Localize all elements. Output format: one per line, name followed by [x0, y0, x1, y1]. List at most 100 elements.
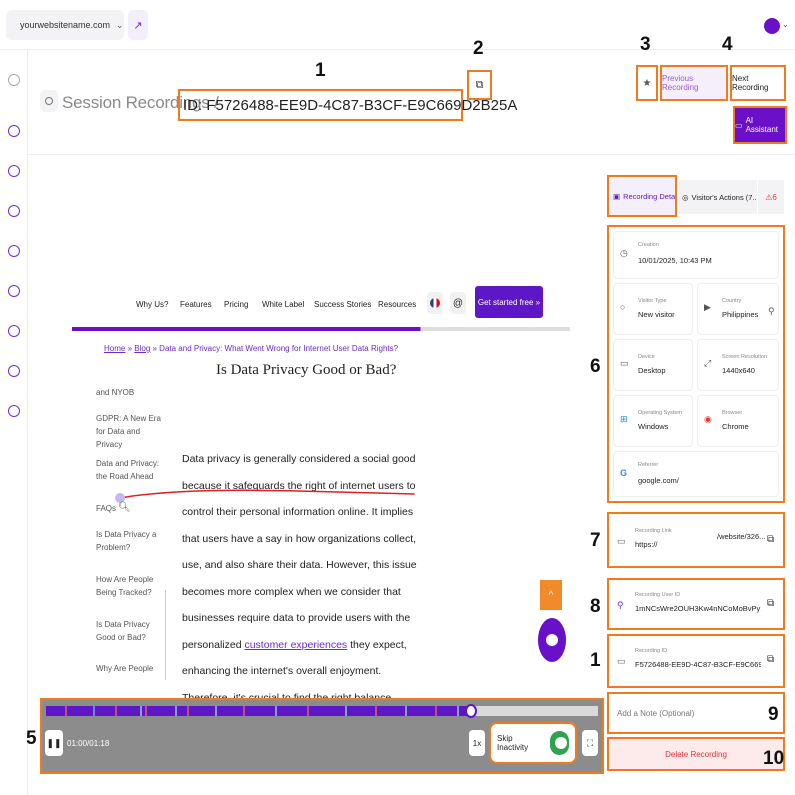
external-link-icon: ↗: [133, 19, 143, 32]
timeline-playhead[interactable]: [465, 704, 478, 718]
previous-recording-button[interactable]: Previous Recording: [660, 65, 728, 101]
toc-item: How Are People Being Tracked?: [96, 575, 154, 597]
playback-speed-button[interactable]: 1x: [469, 730, 485, 756]
note-input[interactable]: Add a Note (Optional): [607, 692, 785, 734]
toc-item: Is Data Privacy Good or Bad?: [96, 620, 150, 642]
recording-link-box: ▭ Recording Link https:// /website/326..…: [607, 512, 785, 568]
user-avatar[interactable]: ⌄: [762, 10, 789, 38]
customer-experiences-link: customer experiences: [244, 638, 348, 651]
get-started-button: Get started free »: [475, 286, 543, 318]
screen-resolution-card: ⤢ Screen Resolution 1440x640: [697, 339, 779, 391]
toc-item: Is Data Privacy a Problem?: [96, 530, 157, 552]
shield-icon[interactable]: [8, 325, 20, 337]
annotation-number-1: 1: [315, 60, 326, 81]
toc-item: Why Are People: [96, 664, 154, 673]
fingerprint-icon: ◎: [682, 192, 689, 202]
resize-icon: ⤢: [704, 358, 712, 368]
copy-link-icon[interactable]: ⧉: [767, 534, 774, 545]
reading-progress-bar: [72, 327, 570, 331]
recording-id-box: ▭ Recording ID F5726488-EE9D-4C87-B3CF-E…: [607, 634, 785, 688]
delete-recording-button[interactable]: Delete Recording: [607, 737, 785, 771]
copy-recording-id-icon[interactable]: ⧉: [767, 654, 774, 665]
ai-icon: ▭: [735, 120, 743, 130]
copy-user-id-icon[interactable]: ⧉: [767, 598, 774, 609]
feedback-icon[interactable]: [8, 285, 20, 297]
nav-white-label: White Label: [262, 300, 305, 309]
country-card: ▶ Country Philippines ⚲: [697, 283, 779, 335]
tab-recording-details[interactable]: ▣ Recording Deta...: [607, 175, 677, 217]
video-icon: ▭: [617, 656, 626, 666]
skip-inactivity-control: Skip Inactivity: [489, 722, 577, 764]
toc-item: Data and Privacy: the Road Ahead: [96, 459, 160, 481]
tab-frustration[interactable]: ⚠ 6: [758, 180, 784, 214]
fullscreen-button[interactable]: ⛶: [582, 730, 598, 756]
sidebar: [0, 50, 28, 795]
recording-user-id-box: ⚲ Recording User ID 1mNCsWre2OUH3Kw4nNCo…: [607, 578, 785, 630]
article-title: Is Data Privacy Good or Bad?: [216, 362, 397, 378]
recording-details-panel: ◷ Creation 10/01/2025, 10:43 PM ○ Visito…: [607, 225, 785, 503]
ai-assistant-label: AI Assistant: [745, 116, 779, 134]
favorite-button[interactable]: ★: [636, 65, 658, 101]
pause-button[interactable]: ❚❚: [45, 730, 63, 756]
tab-visitor-actions[interactable]: ◎ Visitor's Actions (7...: [679, 180, 757, 214]
user-icon: ⚲: [617, 600, 624, 610]
nav-success-stories: Success Stories: [314, 300, 372, 309]
website-name: yourwebsitename.com: [20, 20, 111, 30]
pause-icon: ❚❚: [46, 737, 62, 748]
chevron-down-icon: ⌄: [782, 20, 789, 29]
person-icon: ○: [620, 302, 626, 312]
google-icon: G: [620, 468, 628, 478]
skip-inactivity-toggle[interactable]: [549, 731, 569, 755]
avatar-icon: [764, 18, 780, 34]
browser-card: ◉ Browser Chrome: [697, 395, 779, 447]
toc-item: GDPR: A New Era for Data and Privacy: [96, 414, 161, 449]
nav-why-us: Why Us?: [136, 300, 169, 309]
annotation-number-6: 6: [590, 356, 601, 377]
flag-icon: ▶: [704, 302, 711, 312]
chat-widget-icon: [538, 618, 566, 662]
back-button[interactable]: [40, 90, 58, 112]
annotation-number-4: 4: [722, 34, 733, 55]
flag-icon: [430, 298, 440, 308]
recording-id-title: ID: F5726488-EE9D-4C87-B3CF-E9C669D2B25A: [178, 89, 517, 121]
collapse-icon[interactable]: [8, 74, 20, 86]
annotation-number-2: 2: [473, 38, 484, 59]
annotation-number-5: 5: [26, 728, 37, 749]
nav-pricing: Pricing: [224, 300, 249, 309]
language-flag: [427, 292, 443, 314]
clock-icon: ◷: [620, 248, 628, 258]
crumb-home: Home: [104, 344, 126, 353]
referrer-card: G Referrer google.com/: [613, 451, 779, 497]
next-recording-button[interactable]: Next Recording: [730, 65, 786, 101]
film-icon: ▣: [613, 191, 621, 201]
visitor-type-card: ○ Visitor Type New visitor: [613, 283, 693, 335]
contact-icon: @: [450, 292, 466, 314]
annotation-number-9: 9: [768, 704, 779, 725]
dashboard-icon[interactable]: [8, 125, 20, 137]
toc-item: FAQs: [96, 504, 117, 513]
external-link-button[interactable]: ↗: [128, 10, 148, 40]
gear-icon[interactable]: [8, 365, 20, 377]
copy-icon: ⧉: [475, 78, 484, 91]
annotation-number-3: 3: [640, 34, 651, 55]
device-card: ▭ Device Desktop: [613, 339, 693, 391]
annotation-number-1-right: 1: [590, 650, 601, 671]
user-icon[interactable]: [8, 405, 20, 417]
heatmaps-icon[interactable]: [8, 205, 20, 217]
monitor-icon: ▭: [620, 358, 629, 368]
recordings-icon[interactable]: [8, 165, 20, 177]
focus-icon[interactable]: [8, 245, 20, 257]
nav-features: Features: [180, 300, 212, 309]
back-icon: [45, 97, 53, 105]
location-icon: ⚲: [768, 306, 775, 316]
toc-item: and NYOB: [96, 388, 135, 397]
playback-time: 01:00/01:18: [67, 739, 110, 748]
copy-id-button[interactable]: ⧉: [467, 70, 492, 100]
os-card: ⊞ Operating System Windows: [613, 395, 693, 447]
ai-assistant-button[interactable]: ▭ AI Assistant: [733, 106, 787, 144]
website-selector[interactable]: yourwebsitename.com ⌄: [6, 10, 124, 40]
annotation-number-8: 8: [590, 596, 601, 617]
chevron-down-icon: ⌄: [116, 19, 124, 30]
crumb-page: Data and Privacy: What Went Wrong for In…: [159, 344, 399, 353]
crumb-blog: Blog: [134, 344, 151, 353]
